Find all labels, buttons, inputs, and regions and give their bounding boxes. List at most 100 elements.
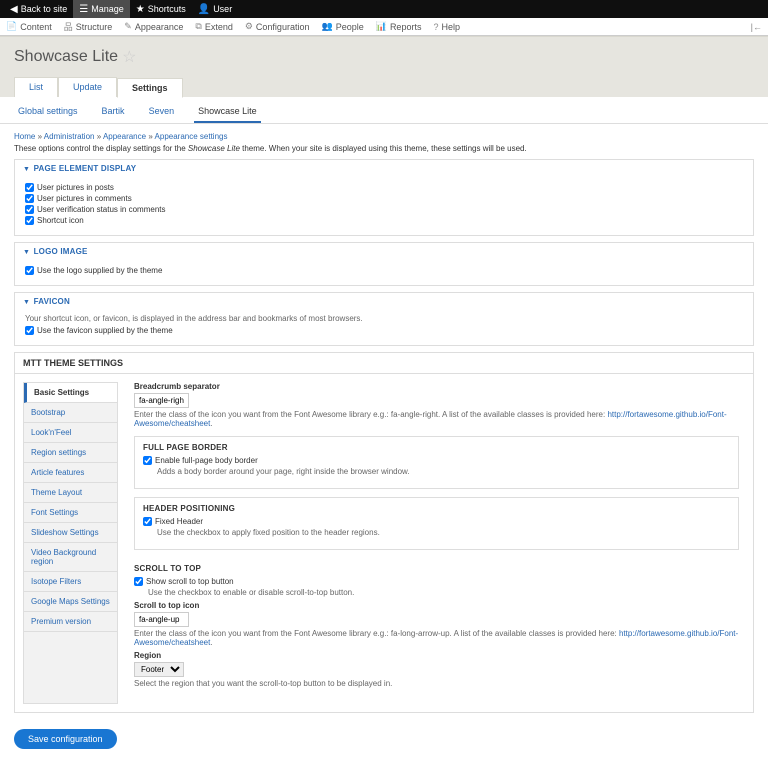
scroll-icon-input[interactable] xyxy=(134,612,189,627)
vtab-theme-layout[interactable]: Theme Layout xyxy=(24,483,117,503)
configuration-link[interactable]: ⚙Configuration xyxy=(239,18,316,36)
page-header: Showcase Lite ☆ List Update Settings xyxy=(0,36,768,97)
menu-icon: ☰ xyxy=(79,4,88,15)
caret-down-icon: ▼ xyxy=(23,249,30,256)
vtab-isotope-filters[interactable]: Isotope Filters xyxy=(24,572,117,592)
vtab-basic-settings[interactable]: Basic Settings xyxy=(24,383,117,403)
panel-favicon: ▼ FAVICON Your shortcut icon, or favicon… xyxy=(14,292,754,346)
scroll-icon-label: Scroll to top icon xyxy=(134,601,739,610)
extend-icon: ⧉ xyxy=(195,21,201,32)
content-link[interactable]: 📄Content xyxy=(0,18,58,36)
region-select[interactable]: Footer xyxy=(134,662,184,677)
region-label: Region xyxy=(134,651,739,660)
panel-title[interactable]: ▼ PAGE ELEMENT DISPLAY xyxy=(15,160,753,177)
admin-menu: 📄Content 品Structure ✎Appearance ⧉Extend … xyxy=(0,18,768,36)
fixed-header-desc: Use the checkbox to apply fixed position… xyxy=(157,528,730,537)
bc-appearance[interactable]: Appearance xyxy=(103,132,146,141)
top-toolbar: ◀Back to site ☰Manage ★Shortcuts 👤User xyxy=(0,0,768,18)
save-configuration-button[interactable]: Save configuration xyxy=(14,729,117,749)
shortcuts-link[interactable]: ★Shortcuts xyxy=(130,0,192,18)
chk-user-verification[interactable]: User verification status in comments xyxy=(25,205,743,214)
section-title: HEADER POSITIONING xyxy=(143,504,730,513)
reports-link[interactable]: 📊Reports xyxy=(370,18,428,36)
vtab-article-features[interactable]: Article features xyxy=(24,463,117,483)
mtt-theme-settings: MTT THEME SETTINGS Basic Settings Bootst… xyxy=(14,352,754,713)
structure-icon: 品 xyxy=(64,20,73,33)
panel-page-element-display: ▼ PAGE ELEMENT DISPLAY User pictures in … xyxy=(14,159,754,236)
settings-pane: Breadcrumb separator Enter the class of … xyxy=(128,382,745,704)
chk-user-pictures-comments[interactable]: User pictures in comments xyxy=(25,194,743,203)
people-link[interactable]: 👥People xyxy=(315,18,369,36)
appearance-link[interactable]: ✎Appearance xyxy=(118,18,189,36)
people-icon: 👥 xyxy=(321,21,332,32)
chk-user-pictures-posts[interactable]: User pictures in posts xyxy=(25,183,743,192)
mtt-title: MTT THEME SETTINGS xyxy=(15,353,753,374)
subtab-bartik[interactable]: Bartik xyxy=(98,103,129,123)
help-icon: ? xyxy=(433,22,438,32)
appearance-icon: ✎ xyxy=(124,21,132,32)
user-icon: 👤 xyxy=(198,4,210,15)
vtab-bootstrap[interactable]: Bootstrap xyxy=(24,403,117,423)
extend-link[interactable]: ⧉Extend xyxy=(189,18,238,36)
section-title: FULL PAGE BORDER xyxy=(143,443,730,452)
vtab-video-background[interactable]: Video Background region xyxy=(24,543,117,572)
help-text: These options control the display settin… xyxy=(14,144,754,153)
chk-use-favicon[interactable]: Use the favicon supplied by the theme xyxy=(25,326,743,335)
vtab-looknfeel[interactable]: Look'n'Feel xyxy=(24,423,117,443)
edit-toggle[interactable]: |← xyxy=(751,22,762,32)
vtab-slideshow-settings[interactable]: Slideshow Settings xyxy=(24,523,117,543)
panel-title[interactable]: ▼ FAVICON xyxy=(15,293,753,310)
back-icon: ◀ xyxy=(10,4,18,15)
vtab-font-settings[interactable]: Font Settings xyxy=(24,503,117,523)
section-full-page-border: FULL PAGE BORDER Enable full-page body b… xyxy=(134,436,739,489)
breadcrumb-sep-label: Breadcrumb separator xyxy=(134,382,739,391)
panel-title[interactable]: ▼ LOGO IMAGE xyxy=(15,243,753,260)
star-icon: ★ xyxy=(136,4,145,15)
bc-appset[interactable]: Appearance settings xyxy=(155,132,228,141)
breadcrumb: Home » Administration » Appearance » App… xyxy=(14,132,754,141)
tab-list[interactable]: List xyxy=(14,77,58,97)
structure-link[interactable]: 品Structure xyxy=(58,18,119,36)
reports-icon: 📊 xyxy=(376,21,387,32)
tab-update[interactable]: Update xyxy=(58,77,117,97)
manage-link[interactable]: ☰Manage xyxy=(73,0,130,18)
vtab-premium[interactable]: Premium version xyxy=(24,612,117,632)
chk-scroll-to-top[interactable]: Show scroll to top button xyxy=(134,577,739,586)
bc-home[interactable]: Home xyxy=(14,132,35,141)
scroll-to-top-desc: Use the checkbox to enable or disable sc… xyxy=(148,588,739,597)
scroll-icon-hint: Enter the class of the icon you want fro… xyxy=(134,629,739,647)
favorite-star-icon[interactable]: ☆ xyxy=(122,47,136,67)
chk-shortcut-icon[interactable]: Shortcut icon xyxy=(25,216,743,225)
main-content: Home » Administration » Appearance » App… xyxy=(0,124,768,721)
vertical-tabs: Basic Settings Bootstrap Look'n'Feel Reg… xyxy=(23,382,118,704)
chk-use-logo[interactable]: Use the logo supplied by the theme xyxy=(25,266,743,275)
subtab-global[interactable]: Global settings xyxy=(14,103,82,123)
subtab-seven[interactable]: Seven xyxy=(145,103,179,123)
user-link[interactable]: 👤User xyxy=(192,0,238,18)
vtab-google-maps[interactable]: Google Maps Settings xyxy=(24,592,117,612)
back-to-site-link[interactable]: ◀Back to site xyxy=(4,0,73,18)
panel-logo-image: ▼ LOGO IMAGE Use the logo supplied by th… xyxy=(14,242,754,286)
bc-admin[interactable]: Administration xyxy=(44,132,95,141)
content-icon: 📄 xyxy=(6,21,17,32)
chk-fixed-header[interactable]: Fixed Header xyxy=(143,517,730,526)
breadcrumb-sep-input[interactable] xyxy=(134,393,189,408)
section-scroll-to-top: SCROLL TO TOP Show scroll to top button … xyxy=(134,558,739,696)
tab-settings[interactable]: Settings xyxy=(117,78,183,98)
section-header-positioning: HEADER POSITIONING Fixed Header Use the … xyxy=(134,497,739,550)
full-page-border-desc: Adds a body border around your page, rig… xyxy=(157,467,730,476)
secondary-tabs: Global settings Bartik Seven Showcase Li… xyxy=(0,97,768,124)
gear-icon: ⚙ xyxy=(245,21,253,32)
caret-down-icon: ▼ xyxy=(23,166,30,173)
section-title: SCROLL TO TOP xyxy=(134,564,739,573)
favicon-desc: Your shortcut icon, or favicon, is displ… xyxy=(25,314,743,323)
chk-full-page-border[interactable]: Enable full-page body border xyxy=(143,456,730,465)
region-desc: Select the region that you want the scro… xyxy=(134,679,739,688)
vtab-region-settings[interactable]: Region settings xyxy=(24,443,117,463)
subtab-showcase[interactable]: Showcase Lite xyxy=(194,103,261,123)
page-title: Showcase Lite ☆ xyxy=(14,47,754,67)
breadcrumb-sep-hint: Enter the class of the icon you want fro… xyxy=(134,410,739,428)
primary-tabs: List Update Settings xyxy=(14,77,754,97)
help-link[interactable]: ?Help xyxy=(427,18,466,36)
caret-down-icon: ▼ xyxy=(23,299,30,306)
